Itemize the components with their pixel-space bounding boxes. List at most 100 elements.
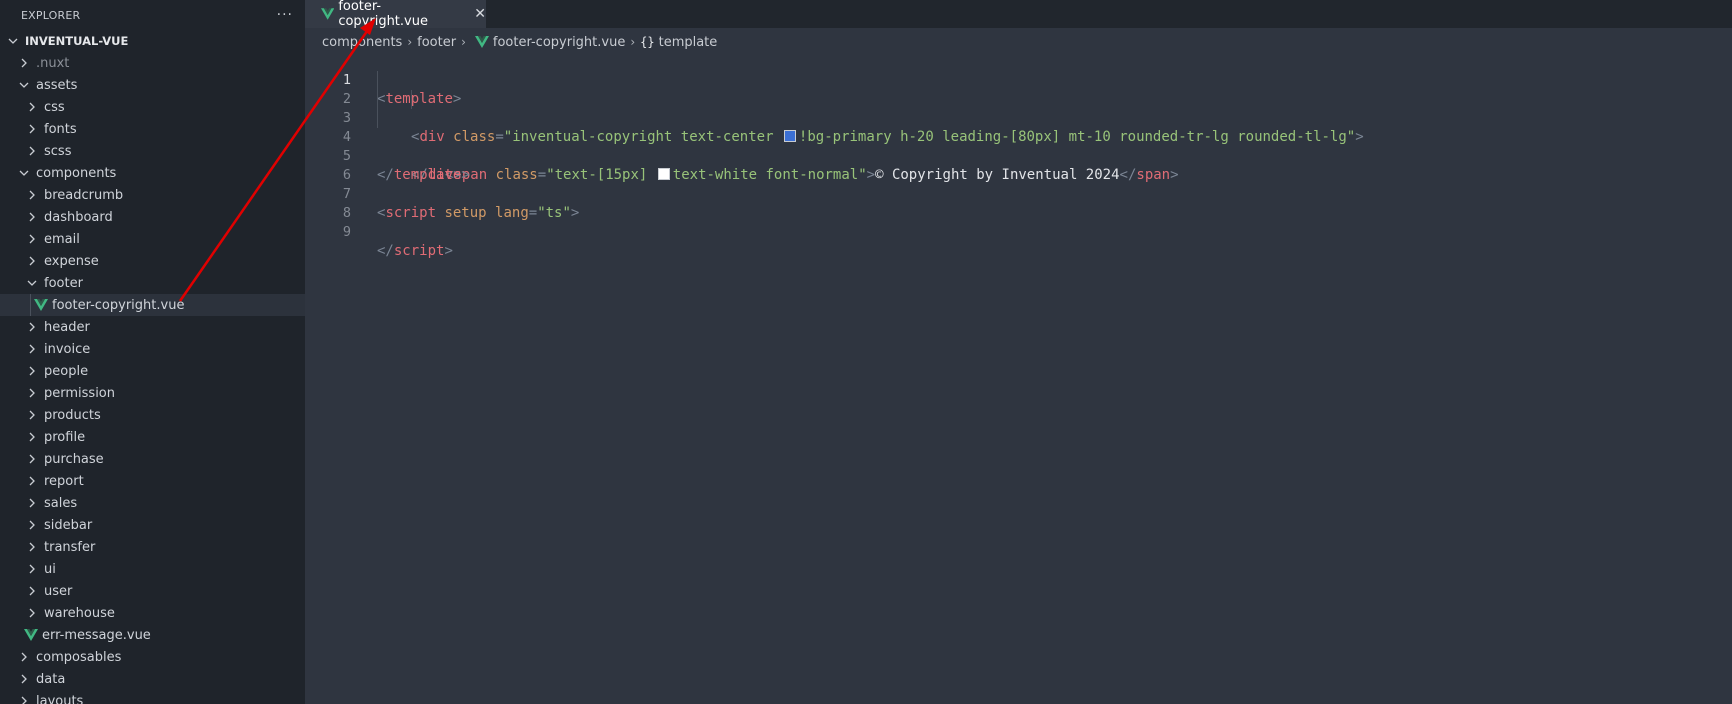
tree-item-folder[interactable]: warehouse (0, 602, 305, 624)
tree-item-label: err-message.vue (42, 627, 151, 643)
token: </ (377, 243, 394, 259)
tree-item-folder[interactable]: purchase (0, 448, 305, 470)
chevron-right-icon (24, 121, 40, 137)
tree-item-label: transfer (44, 539, 96, 555)
tree-item-label: layouts (36, 693, 84, 704)
tree-item-folder[interactable]: fonts (0, 118, 305, 140)
tree-item-folder[interactable]: footer (0, 272, 305, 294)
chevron-right-icon (24, 99, 40, 115)
chevron-right-icon: › (630, 35, 636, 49)
chevron-right-icon (24, 187, 40, 203)
vue-file-icon (24, 629, 42, 641)
tree-item-folder[interactable]: .nuxt (0, 52, 305, 74)
tree-item-label: email (44, 231, 80, 247)
chevron-right-icon (24, 429, 40, 445)
chevron-down-icon (24, 275, 40, 291)
vue-file-icon (474, 36, 489, 48)
tree-item-label: scss (44, 143, 72, 159)
tree-item-folder[interactable]: sales (0, 492, 305, 514)
explorer-title: EXPLORER (21, 8, 81, 22)
chevron-down-icon (5, 33, 21, 49)
chevron-right-icon (24, 341, 40, 357)
explorer-header: EXPLORER ··· (0, 0, 305, 30)
tree-item-file[interactable]: footer-copyright.vue (0, 294, 305, 316)
tree-item-folder[interactable]: products (0, 404, 305, 426)
tree-item-label: components (36, 165, 117, 181)
breadcrumb-item-file[interactable]: footer-copyright.vue (493, 35, 625, 50)
chevron-right-icon (24, 451, 40, 467)
tree-item-label: profile (44, 429, 86, 445)
close-icon[interactable]: ✕ (474, 6, 486, 22)
token: > (444, 243, 453, 259)
tree-item-folder[interactable]: sidebar (0, 514, 305, 536)
tree-item-label: sidebar (44, 517, 93, 533)
chevron-right-icon (24, 253, 40, 269)
tree-item-label: purchase (44, 451, 104, 467)
more-actions-icon[interactable]: ··· (277, 7, 293, 23)
token: script (393, 243, 445, 259)
breadcrumb: components › footer › footer-copyright.v… (322, 32, 717, 52)
tree-item-label: warehouse (44, 605, 115, 621)
chevron-right-icon (24, 363, 40, 379)
chevron-right-icon (24, 539, 40, 555)
tree-item-label: fonts (44, 121, 77, 137)
breadcrumb-item-footer[interactable]: footer (417, 35, 456, 50)
tree-item-folder[interactable]: data (0, 668, 305, 690)
tree-item-folder[interactable]: assets (0, 74, 305, 96)
tree-item-folder[interactable]: user (0, 580, 305, 602)
tree-item-folder[interactable]: invoice (0, 338, 305, 360)
file-tree: .nuxt assets css fonts scss components breadcr… (0, 52, 305, 704)
tree-item-folder[interactable]: transfer (0, 536, 305, 558)
tree-item-folder[interactable]: dashboard (0, 206, 305, 228)
explorer-sidebar: EXPLORER ··· INVENTUAL-VUE .nuxt assets cs… (0, 0, 305, 704)
tree-item-label: breadcrumb (44, 187, 124, 203)
tree-item-folder[interactable]: ui (0, 558, 305, 580)
tree-item-folder[interactable]: report (0, 470, 305, 492)
tree-item-folder[interactable]: people (0, 360, 305, 382)
tree-item-folder[interactable]: breadcrumb (0, 184, 305, 206)
tree-item-folder[interactable]: permission (0, 382, 305, 404)
code-content: </script> (377, 242, 453, 261)
tree-item-label: dashboard (44, 209, 113, 225)
tree-item-label: css (44, 99, 65, 115)
code-editor[interactable]: 1 <template> 2 <div class="inventual-cop… (305, 52, 1732, 704)
chevron-right-icon (16, 649, 32, 665)
chevron-down-icon (16, 77, 32, 93)
tree-item-label: footer-copyright.vue (52, 297, 185, 313)
tree-item-label: data (36, 671, 66, 687)
chevron-right-icon (24, 209, 40, 225)
tree-item-label: .nuxt (36, 55, 70, 71)
code-line: 3 <span class="text-[15px] text-white fo… (305, 90, 1732, 183)
chevron-right-icon (24, 561, 40, 577)
tree-item-folder[interactable]: expense (0, 250, 305, 272)
chevron-right-icon (16, 55, 32, 71)
tree-item-file[interactable]: err-message.vue (0, 624, 305, 646)
tree-item-label: invoice (44, 341, 91, 357)
vue-file-icon (321, 8, 335, 20)
tab-label: footer-copyright.vue (338, 0, 428, 29)
tree-item-folder[interactable]: profile (0, 426, 305, 448)
code-line: 2 <div class="inventual-copyright text-c… (305, 71, 1732, 145)
indent-guide (377, 71, 378, 90)
chevron-right-icon: › (461, 35, 466, 49)
chevron-right-icon (24, 605, 40, 621)
tab-footer-copyright[interactable]: footer-copyright.vue ✕ (305, 0, 486, 29)
breadcrumb-item-symbol[interactable]: template (659, 35, 718, 50)
tree-item-folder[interactable]: components (0, 162, 305, 184)
code-line: 8 (305, 185, 1732, 221)
indent-guide (411, 90, 412, 109)
workspace-root-label: INVENTUAL-VUE (25, 34, 129, 48)
tree-item-label: footer (44, 275, 83, 291)
tree-item-folder[interactable]: scss (0, 140, 305, 162)
tree-item-folder[interactable]: layouts (0, 690, 305, 704)
tree-item-folder[interactable]: css (0, 96, 305, 118)
code-line: 7 <script setup lang="ts"> (305, 166, 1732, 221)
breadcrumb-item-components[interactable]: components (322, 35, 402, 50)
line-number: 9 (342, 224, 351, 240)
tree-item-folder[interactable]: email (0, 228, 305, 250)
chevron-right-icon (16, 693, 32, 704)
workspace-root[interactable]: INVENTUAL-VUE (0, 30, 305, 52)
tree-item-folder[interactable]: composables (0, 646, 305, 668)
tree-item-folder[interactable]: header (0, 316, 305, 338)
chevron-right-icon (16, 671, 32, 687)
